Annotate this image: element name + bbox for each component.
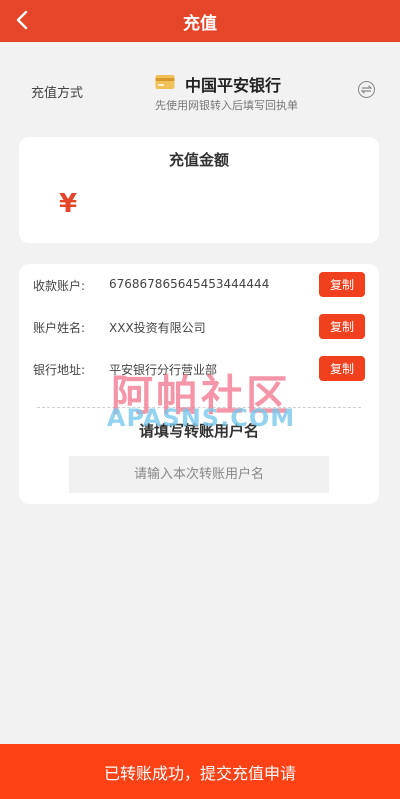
payment-method-label: 充值方式	[31, 86, 84, 101]
amount-input[interactable]	[94, 193, 354, 223]
bank-address-value: 平安银行分行营业部	[109, 363, 218, 377]
back-button[interactable]	[8, 6, 36, 34]
account-name-label: 账户姓名:	[33, 321, 86, 335]
payment-method-row: 充值方式 中国平安银行 先使用网银转入后填写回执单	[0, 62, 400, 122]
payment-hint: 先使用网银转入后填写回执单	[155, 99, 298, 112]
header-bar: 充值	[0, 0, 400, 42]
account-label: 收款账户:	[33, 279, 86, 293]
info-row-account: 收款账户: 676867865645453444444 复制	[19, 272, 379, 298]
switch-method-button[interactable]	[358, 81, 375, 98]
username-title: 请填写转账用户名	[138, 422, 259, 440]
copy-name-button[interactable]: 复制	[319, 314, 365, 339]
info-row-name: 账户姓名: XXX投资有限公司 复制	[19, 314, 379, 340]
submit-recharge-button[interactable]: 已转账成功，提交充值申请	[0, 744, 400, 799]
copy-address-button[interactable]: 复制	[319, 356, 365, 381]
account-info-card: 收款账户: 676867865645453444444 复制 账户姓名: XXX…	[19, 264, 379, 504]
account-value: 676867865645453444444	[109, 277, 270, 291]
amount-card: 充值金额 ¥	[19, 137, 379, 243]
page-title: 充值	[183, 13, 217, 34]
bank-name: 中国平安银行	[185, 76, 282, 95]
bank-address-label: 银行地址:	[33, 363, 86, 377]
swap-icon	[361, 85, 372, 94]
bank-card-icon	[155, 75, 175, 89]
transfer-username-input[interactable]	[69, 456, 329, 493]
amount-title: 充值金额	[168, 151, 229, 169]
chevron-left-icon	[16, 10, 28, 30]
account-name-value: XXX投资有限公司	[109, 321, 206, 335]
copy-account-button[interactable]: 复制	[319, 272, 365, 297]
currency-symbol: ¥	[59, 189, 78, 219]
info-row-address: 银行地址: 平安银行分行营业部 复制	[19, 356, 379, 382]
dashed-divider	[37, 407, 361, 408]
